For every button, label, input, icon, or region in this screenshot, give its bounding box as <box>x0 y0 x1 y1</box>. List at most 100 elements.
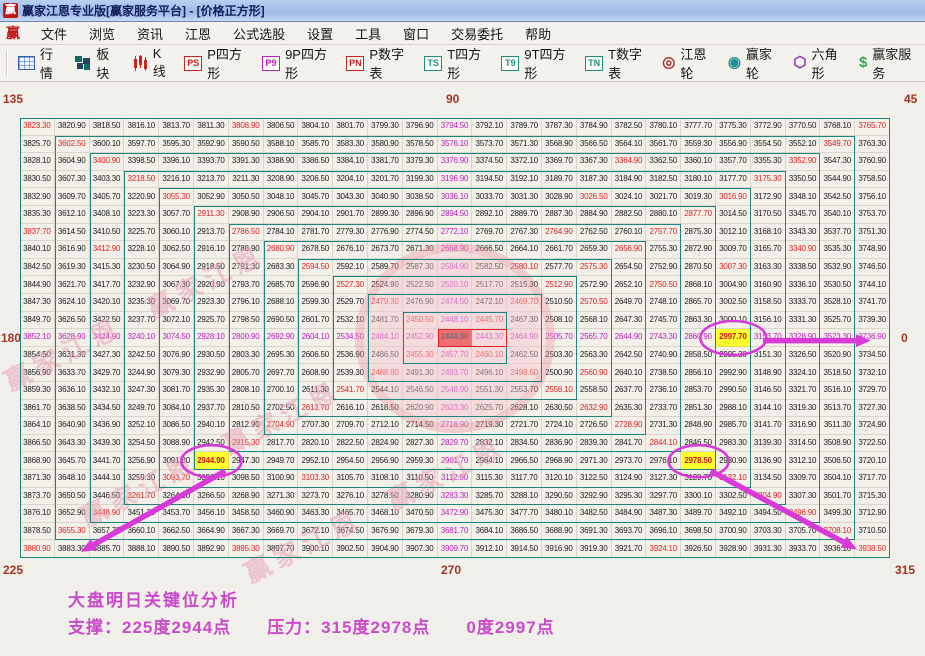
grid-cell: 3566.50 <box>576 135 612 154</box>
toolbar-item-6[interactable]: TS T四方形 <box>417 41 494 85</box>
grid-cell: 3153.70 <box>750 329 786 347</box>
grid-cell: 3732.10 <box>855 364 890 382</box>
grid-cell: 2700.10 <box>263 382 299 400</box>
grid-cell: 3403.30 <box>89 170 125 189</box>
grid-cell: 2856.10 <box>681 364 716 382</box>
grid-cell: 3619.30 <box>54 258 90 277</box>
grid-cell: 3504.10 <box>820 470 856 488</box>
grid-cell: 2956.90 <box>368 452 403 470</box>
grid-cell: 3184.90 <box>611 170 647 189</box>
grid-cell: 3338.50 <box>785 258 821 277</box>
grid-cell: 3103.30 <box>298 470 334 488</box>
toolbar-item-4[interactable]: P9 9P四方形 <box>255 41 339 85</box>
grid-cell: 2560.90 <box>576 364 612 382</box>
grid-cell: 2630.50 <box>542 399 577 418</box>
degree-label-0: 0 <box>901 331 908 345</box>
toolbar-item-10[interactable]: ◉ 赢家轮 <box>721 41 787 85</box>
grid-cell: 3496.90 <box>785 505 821 523</box>
grid-cell: 3100.90 <box>263 470 299 488</box>
grid-cell: 3871.30 <box>20 470 55 488</box>
grid-cell: 3607.30 <box>54 170 90 189</box>
grid-cell: 3168.10 <box>750 223 786 242</box>
grid-cell: 2594.50 <box>298 258 334 277</box>
grid-cell: 2827.30 <box>402 434 438 453</box>
grid-cell: 3441.70 <box>89 452 125 470</box>
grid-cell: 3268.90 <box>228 487 264 506</box>
grid-cell: 3768.10 <box>820 118 856 136</box>
grid-cell: 3592.90 <box>194 135 229 154</box>
grid-cell: 3400.90 <box>89 153 125 171</box>
grid-cell: 3571.30 <box>507 135 542 154</box>
toolbar-item-label: 赢家轮 <box>745 47 772 81</box>
grid-cell: 2580.10 <box>507 258 542 277</box>
grid-cell: 3235.30 <box>124 294 160 312</box>
grid-cell: 3597.70 <box>124 135 160 154</box>
toolbar-item-0[interactable]: 行情 <box>11 41 68 85</box>
grid-cell: 2702.50 <box>263 399 299 418</box>
grid-cell: 2863.30 <box>681 311 716 330</box>
grid-cell: 2834.50 <box>507 434 542 453</box>
grid-cell: 2527.30 <box>333 276 368 294</box>
grid-cell: 2743.30 <box>646 329 682 347</box>
grid-cell: 2642.50 <box>611 346 647 365</box>
grid-cell: 3741.70 <box>855 294 890 312</box>
grid-cell: 2762.50 <box>576 223 612 242</box>
grid-cell: 2464.90 <box>507 329 542 347</box>
toolbar-item-5[interactable]: PN P数字表 <box>339 41 417 85</box>
grid-cell: 2980.90 <box>716 452 751 470</box>
bottom-analysis-title: 大盘明日关键位分析 <box>68 591 239 610</box>
grid-cell: 2944.90 <box>194 452 229 470</box>
grid-cell: 3326.50 <box>785 346 821 365</box>
grid-cell: 2680.90 <box>263 241 299 259</box>
toolbar-item-9[interactable]: ◎ 江恩轮 <box>655 41 721 85</box>
grid-cell: 2719.30 <box>472 417 508 435</box>
grid-cell: 2668.90 <box>437 241 473 259</box>
grid-cell: 2824.90 <box>368 434 403 453</box>
grid-cell: 2565.70 <box>576 329 612 347</box>
toolbar-item-3[interactable]: PS P四方形 <box>177 41 255 85</box>
grid-cell: 3705.70 <box>785 522 821 541</box>
grid-cell: 3561.70 <box>646 135 682 154</box>
grid-cell: 3076.90 <box>159 346 194 365</box>
grid-cell: 2553.70 <box>507 382 542 400</box>
grid-cell: 2899.30 <box>368 206 403 224</box>
grid-cell: 3897.70 <box>263 540 299 558</box>
grid-cell: 2930.50 <box>194 346 229 365</box>
grid-cell: 2829.70 <box>437 434 473 453</box>
menu-logo-icon: 赢 <box>6 25 20 41</box>
toolbar-item-2[interactable]: K线 <box>125 43 178 83</box>
toolbar-item-12[interactable]: $ 赢家服务 <box>852 41 925 85</box>
grid-cell: 3021.70 <box>646 188 682 206</box>
grid-cell: 2661.70 <box>542 241 577 259</box>
grid-cell: 3926.50 <box>681 540 716 558</box>
grid-cell: 3729.70 <box>855 382 890 400</box>
grid-cell: 3096.10 <box>194 470 229 488</box>
toolbar-item-1[interactable]: 板块 <box>68 41 124 85</box>
grid-cell: 3928.90 <box>716 540 751 558</box>
menu-item-2[interactable]: 资讯 <box>126 22 174 45</box>
grid-cell: 2932.90 <box>194 364 229 382</box>
grid-cell: 2625.70 <box>472 399 508 418</box>
grid-cell: 3086.50 <box>159 417 194 435</box>
toolbar-item-7[interactable]: T9 9T四方形 <box>494 41 578 85</box>
grid-cell: 2592.10 <box>333 258 368 277</box>
grid-cell: 2779.30 <box>333 223 368 242</box>
grid-cell: 2836.90 <box>542 434 577 453</box>
grid-cell: 2752.90 <box>646 258 682 277</box>
toolbar-item-11[interactable]: ⬡ 六角形 <box>786 41 852 85</box>
grid-cell: 2724.10 <box>542 417 577 435</box>
grid-cell: 2868.10 <box>681 276 716 294</box>
grid-cell: 2635.30 <box>611 399 647 418</box>
grid-cell: 3852.10 <box>20 329 55 347</box>
grid-cell: 3300.10 <box>681 487 716 506</box>
grid-cell: 3794.50 <box>437 118 473 136</box>
grid-cell: 3343.30 <box>785 223 821 242</box>
grid-cell: 3595.30 <box>159 135 194 154</box>
grid-cell: 3256.90 <box>124 452 160 470</box>
grid-cell: 3019.30 <box>681 188 716 206</box>
grid-cell: 2452.90 <box>402 329 438 347</box>
grid-cell: 3919.30 <box>576 540 612 558</box>
grid-cell: 2505.70 <box>542 329 577 347</box>
grid-cell: 3079.30 <box>159 364 194 382</box>
toolbar-item-8[interactable]: TN T数字表 <box>578 41 655 85</box>
